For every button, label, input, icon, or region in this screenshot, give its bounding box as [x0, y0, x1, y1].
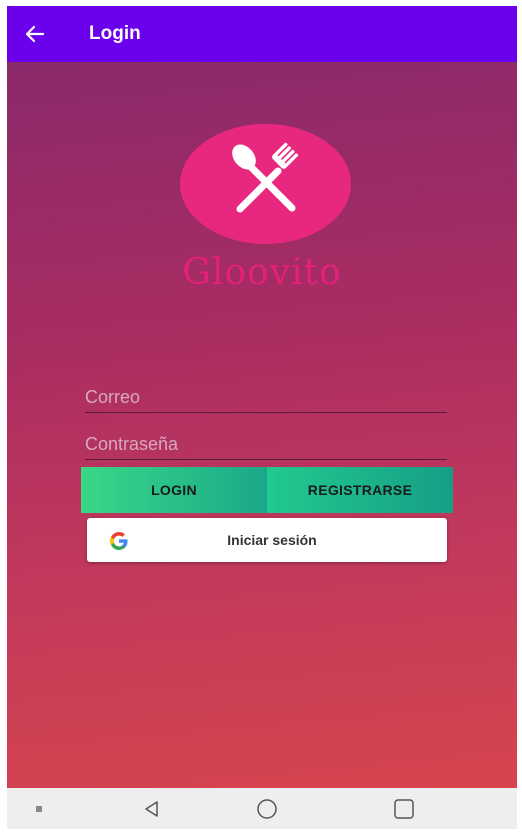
spoon-fork-icon: [232, 142, 299, 213]
home-circle-icon: [257, 798, 277, 819]
back-button[interactable]: [7, 6, 63, 62]
register-button[interactable]: REGISTRARSE: [267, 467, 453, 513]
arrow-left-icon: [25, 25, 45, 43]
brand-name: Gloovito: [182, 252, 342, 293]
email-field[interactable]: [85, 382, 447, 412]
system-nav-bar: [7, 788, 517, 829]
nav-home-button[interactable]: [252, 788, 282, 829]
google-icon: [110, 532, 128, 550]
password-field-wrapper: [85, 429, 447, 460]
action-buttons: LOGIN REGISTRARSE: [81, 467, 453, 513]
login-content: Gloovito LOGIN REGISTRARSE Iniciar sesió…: [7, 62, 517, 788]
login-button[interactable]: LOGIN: [81, 467, 267, 513]
nav-overview-button[interactable]: [389, 788, 419, 829]
back-triangle-icon: [145, 800, 158, 817]
phone-screen: Login Gloovito Correo LOGIN REGISTRARSE …: [7, 6, 517, 829]
google-signin-button[interactable]: Iniciar sesión: [87, 518, 447, 562]
recents-dot-icon: [36, 805, 42, 812]
page-title: Login: [89, 23, 141, 44]
google-signin-label: Iniciar sesión: [227, 532, 317, 548]
password-field[interactable]: [85, 429, 447, 459]
email-field-wrapper: [85, 382, 447, 413]
overview-square-icon: [394, 798, 414, 819]
app-bar: Login: [7, 6, 517, 62]
logo-badge: [180, 124, 351, 244]
recents-dot-button[interactable]: [29, 788, 49, 829]
nav-back-button[interactable]: [137, 788, 167, 829]
